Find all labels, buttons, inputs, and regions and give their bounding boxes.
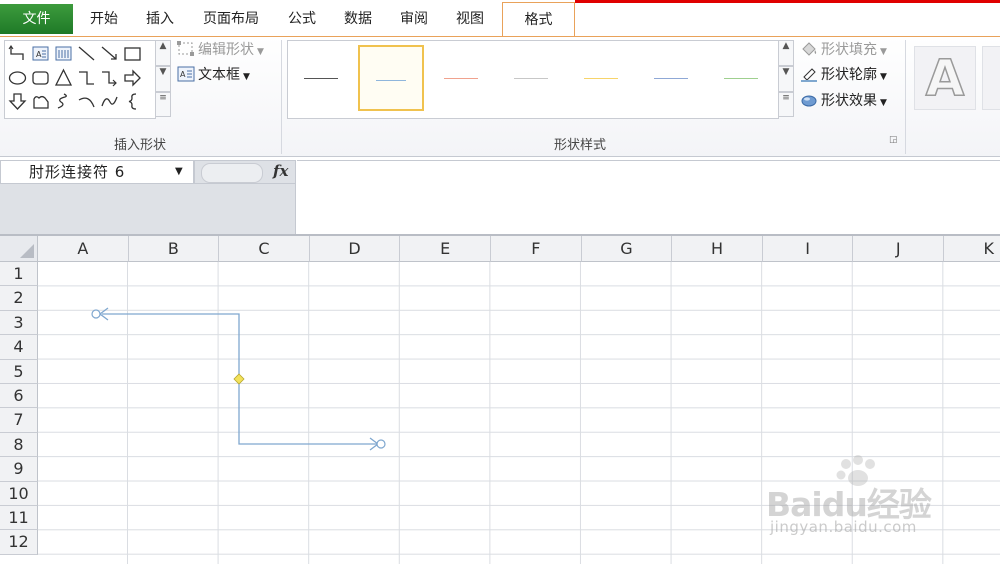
tab-home[interactable]: 开始 [80, 4, 128, 34]
rectangle-shape-icon[interactable] [123, 44, 142, 63]
style-line-swatch [376, 80, 406, 81]
tab-insert[interactable]: 插入 [136, 4, 184, 34]
chevron-down-icon: ▼ [880, 72, 887, 82]
connector-adjust-handle[interactable] [233, 373, 245, 385]
baidu-watermark: Baidu经验 jingyan.baidu.com [758, 452, 958, 547]
shape-styles-gallery [287, 40, 779, 119]
tab-view[interactable]: 视图 [446, 4, 494, 34]
shapes-more-button[interactable]: ≡ [155, 92, 171, 117]
text-box-button[interactable]: A 文本框 ▼ [177, 64, 250, 86]
vertical-text-box-shape-icon[interactable] [54, 44, 73, 63]
shape-outline-label: 形状轮廓 [821, 67, 877, 83]
watermark-url: jingyan.baidu.com [770, 518, 917, 536]
styles-scroll-up-button[interactable]: ▲ [778, 40, 794, 66]
left-brace-shape-icon[interactable] [123, 92, 142, 111]
chevron-down-icon: ▼ [257, 47, 264, 57]
shape-style-option[interactable] [638, 45, 704, 111]
shape-style-option-selected[interactable] [358, 45, 424, 111]
shape-style-option[interactable] [428, 45, 494, 111]
tab-file[interactable]: 文件 [0, 4, 73, 34]
group-divider [905, 40, 906, 154]
text-box-icon: A [177, 66, 195, 82]
shapes-scroll-down-button[interactable]: ▼ [155, 66, 171, 92]
svg-text:A: A [36, 50, 42, 59]
text-box-shape-icon[interactable]: A [31, 44, 50, 63]
tab-review[interactable]: 审阅 [390, 4, 438, 34]
chevron-down-icon: ▼ [243, 72, 250, 82]
arc-shape-icon[interactable] [77, 92, 96, 111]
name-box[interactable]: 肘形连接符 6 ▼ [0, 160, 194, 184]
connector-end-handle[interactable] [376, 439, 386, 449]
shape-effects-icon [800, 92, 818, 108]
elbow-connector-shape-icon[interactable] [8, 44, 27, 63]
dialog-launcher-icon[interactable]: ◲ [889, 135, 898, 145]
oval-shape-icon[interactable] [8, 68, 27, 87]
triangle-shape-icon[interactable] [54, 68, 73, 87]
paint-bucket-icon [800, 41, 818, 57]
formula-bar-splitter[interactable] [201, 163, 263, 183]
right-arrow-shape-icon[interactable] [123, 68, 142, 87]
connector-start-handle[interactable] [91, 309, 101, 319]
shape-styles-group-label: 形状样式 [553, 138, 606, 153]
shape-effects-label: 形状效果 [821, 93, 877, 109]
rounded-rectangle-shape-icon[interactable] [31, 68, 50, 87]
shapes-gallery: A [4, 40, 156, 119]
wordart-style-option[interactable] [982, 46, 1000, 110]
formula-input[interactable] [297, 160, 1000, 234]
edit-shape-icon [177, 41, 195, 57]
shape-outline-button[interactable]: 形状轮廓 ▼ [800, 64, 887, 86]
shape-style-option[interactable] [568, 45, 634, 111]
style-line-swatch [514, 78, 548, 79]
svg-text:A: A [180, 70, 186, 79]
shape-style-option[interactable] [498, 45, 564, 111]
edit-shape-label: 编辑形状 [198, 42, 254, 58]
freeform-scribble-shape-icon[interactable] [54, 92, 73, 111]
line-shape-icon[interactable] [77, 44, 96, 63]
text-box-label: 文本框 [198, 67, 240, 83]
contextual-tab-accent [575, 0, 1000, 3]
insert-function-icon[interactable]: fx [273, 162, 288, 180]
tab-format[interactable]: 格式 [502, 2, 575, 37]
curve-shape-icon[interactable] [100, 92, 119, 111]
style-line-swatch [654, 78, 688, 79]
down-arrow-shape-icon[interactable] [8, 92, 27, 111]
tab-data[interactable]: 数据 [334, 4, 382, 34]
expanded-name-box-area [0, 184, 296, 234]
chevron-down-icon: ▼ [880, 98, 887, 108]
elbow-line-shape-icon[interactable] [77, 68, 96, 87]
name-box-value: 肘形连接符 6 [29, 163, 126, 181]
shape-effects-button[interactable]: 形状效果 ▼ [800, 90, 887, 112]
style-line-swatch [724, 78, 758, 79]
style-line-swatch [444, 78, 478, 79]
arrow-line-shape-icon[interactable] [100, 44, 119, 63]
chevron-down-icon[interactable]: ▼ [175, 161, 183, 183]
wordart-style-option[interactable]: A [914, 46, 976, 110]
shape-fill-label: 形状填充 [821, 42, 877, 58]
shape-fill-button[interactable]: 形状填充 ▼ [800, 39, 887, 61]
style-line-swatch [304, 78, 338, 79]
elbow-arrow-shape-icon[interactable] [100, 68, 119, 87]
chevron-down-icon: ▼ [880, 47, 887, 57]
edit-shape-button[interactable]: 编辑形状 ▼ [177, 39, 264, 61]
tab-page-layout[interactable]: 页面布局 [192, 4, 270, 34]
styles-more-button[interactable]: ≡ [778, 92, 794, 117]
group-divider [281, 40, 282, 154]
shape-style-option[interactable] [708, 45, 774, 111]
tab-formulas[interactable]: 公式 [278, 4, 326, 34]
shapes-scroll-up-button[interactable]: ▲ [155, 40, 171, 66]
insert-shapes-group-label: 插入形状 [113, 138, 166, 153]
formula-controls: fx [194, 160, 296, 184]
flowchart-shape-icon[interactable] [31, 92, 50, 111]
style-line-swatch [584, 78, 618, 79]
shape-style-option[interactable] [288, 45, 354, 111]
pen-outline-icon [800, 66, 818, 82]
styles-scroll-down-button[interactable]: ▼ [778, 66, 794, 92]
